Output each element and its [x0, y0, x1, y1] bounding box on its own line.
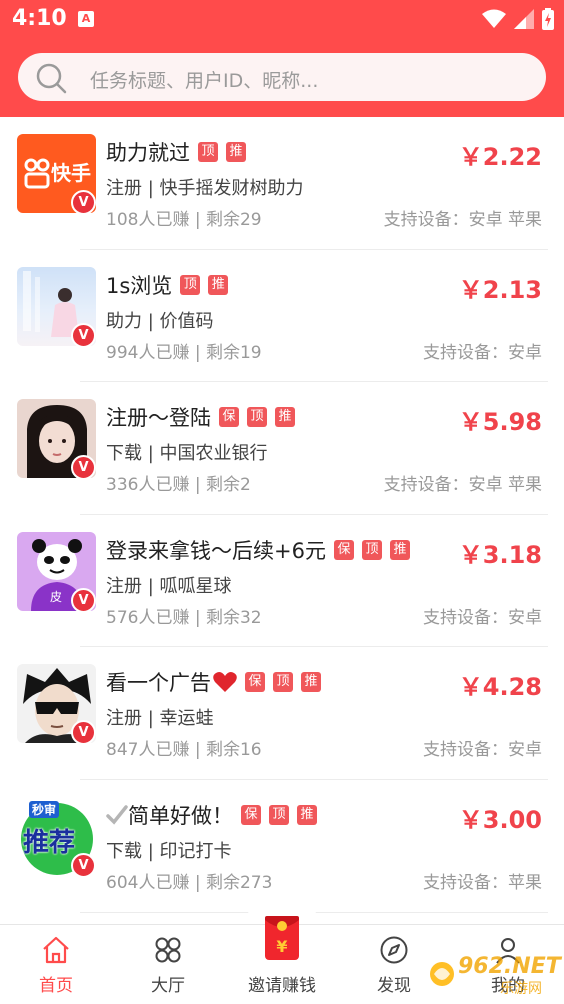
wifi-icon — [482, 9, 506, 28]
notification-a-icon: A — [78, 11, 94, 27]
tag-recommend: 推 — [208, 274, 229, 295]
svg-text:¥: ¥ — [276, 937, 287, 956]
battery-icon — [542, 8, 554, 30]
task-devices: 支持设备：安卓 — [423, 607, 542, 628]
tag-recommend: 推 — [275, 407, 295, 428]
tag-guarantee: 保 — [245, 672, 265, 693]
nav-invite-label: 邀请赚钱 — [248, 976, 316, 996]
task-price: ￥2.13 — [458, 275, 542, 304]
task-item[interactable]: V 注册～登陆 保 顶 推 下载 | 中国农业银行 336人已赚 | 剩余2 支… — [0, 382, 564, 515]
task-stats: 336人已赚 | 剩余2 — [106, 475, 251, 496]
task-item[interactable]: V 看一个广告 保 顶 推 注册 | 幸运蛙 847人已赚 | 剩余16 支持设… — [0, 647, 564, 780]
watermark-sub: 乐游网 — [500, 981, 542, 997]
status-bar: 4:10 A — [0, 0, 564, 40]
task-price: ￥2.22 — [458, 143, 542, 171]
task-price: ￥3.18 — [458, 540, 542, 569]
task-item[interactable]: V 1s浏览 顶 推 助力 | 价值码 994人已赚 | 剩余19 支持设备：安… — [0, 250, 564, 383]
tag-guarantee: 保 — [219, 407, 239, 428]
task-category: 下载 | 中国农业银行 — [106, 443, 268, 465]
task-item[interactable]: 皮 V 登录来拿钱～后续+6元 保 顶 推 注册 | 呱呱星球 576人已赚 |… — [0, 515, 564, 648]
compass-icon — [380, 936, 408, 964]
tag-guarantee: 保 — [241, 804, 261, 825]
search-icon — [36, 63, 67, 94]
tag-top: 顶 — [269, 804, 289, 825]
kuaishou-text: 快手 — [51, 161, 91, 185]
task-item[interactable]: 快手 V 助力就过 顶 推 注册 | 快手摇发财树助力 108人已赚 | 剩余2… — [0, 117, 564, 250]
task-devices: 支持设备：安卓 — [423, 740, 542, 761]
verified-icon: V — [71, 190, 96, 215]
task-price: ￥4.28 — [458, 673, 542, 702]
home-icon — [43, 936, 69, 964]
task-item[interactable]: 秒审 推荐 V 简单好做！ 保 顶 推 下载 | 印记打卡 604人已赚 | 剩… — [0, 780, 564, 913]
task-title: 看一个广告 — [106, 671, 211, 696]
task-category: 注册 | 快手摇发财树助力 — [106, 178, 304, 199]
tag-top: 顶 — [273, 672, 293, 693]
task-devices: 支持设备：安卓 — [423, 342, 542, 363]
panda-shirt-text: 皮 — [50, 589, 63, 604]
task-price: ￥5.98 — [458, 408, 542, 437]
task-category: 助力 | 价值码 — [106, 310, 214, 332]
grid-icon — [155, 937, 181, 963]
tag-recommend: 推 — [297, 804, 317, 825]
task-title: 1s浏览 — [106, 273, 173, 298]
task-stats: 604人已赚 | 剩余273 — [106, 872, 273, 893]
tag-recommend: 推 — [389, 539, 410, 560]
task-stats: 108人已赚 | 剩余29 — [106, 210, 262, 230]
task-title: 登录来拿钱～后续+6元 — [106, 538, 326, 563]
task-category: 注册 | 幸运蛙 — [106, 708, 214, 730]
nav-hall-label: 大厅 — [151, 976, 185, 996]
task-title: 简单好做！ — [128, 803, 233, 828]
search-input[interactable]: 任务标题、用户ID、昵称... — [18, 53, 546, 101]
verified-icon: V — [71, 587, 96, 613]
nav-home[interactable]: 首页 — [0, 925, 112, 1004]
tag-top: 顶 — [180, 274, 201, 295]
task-devices: 支持设备：安卓 苹果 — [383, 475, 542, 496]
red-envelope-icon[interactable]: ¥ — [263, 912, 301, 962]
task-stats: 847人已赚 | 剩余16 — [106, 740, 262, 761]
nav-home-label: 首页 — [39, 976, 73, 996]
tag-guarantee: 保 — [333, 539, 354, 560]
status-icons — [482, 8, 554, 30]
task-stats: 576人已赚 | 剩余32 — [106, 607, 262, 628]
header: 4:10 A 任务标题、用户ID、昵称... — [0, 0, 564, 117]
verified-icon: V — [71, 852, 96, 878]
tag-top: 顶 — [198, 142, 218, 162]
signal-icon — [514, 9, 534, 29]
tag-recommend: 推 — [226, 142, 246, 162]
task-category: 注册 | 呱呱星球 — [106, 575, 232, 597]
verified-icon: V — [71, 322, 96, 348]
checkmark-icon — [106, 805, 128, 825]
watermark-logo: 962.NET 乐游网 — [428, 952, 561, 998]
status-time: 4:10 — [12, 6, 67, 31]
task-title: 注册～登陆 — [106, 406, 211, 431]
task-list: 快手 V 助力就过 顶 推 注册 | 快手摇发财树助力 108人已赚 | 剩余2… — [0, 117, 564, 913]
task-devices: 支持设备：安卓 苹果 — [383, 210, 542, 230]
recommend-badge-text: 推荐 — [23, 827, 76, 858]
heart-icon — [213, 672, 237, 693]
task-category: 下载 | 印记打卡 — [106, 840, 232, 862]
task-price: ￥3.00 — [458, 805, 542, 834]
task-title: 助力就过 — [106, 141, 190, 165]
tag-recommend: 推 — [301, 672, 321, 693]
tag-top: 顶 — [247, 407, 267, 428]
search-placeholder: 任务标题、用户ID、昵称... — [90, 70, 319, 92]
recommend-badge-top: 秒审 — [29, 800, 60, 818]
tag-top: 顶 — [361, 539, 382, 560]
watermark-text: 962.NET — [458, 954, 561, 979]
task-stats: 994人已赚 | 剩余19 — [106, 342, 262, 363]
nav-hall[interactable]: 大厅 — [112, 925, 224, 1004]
task-devices: 支持设备：苹果 — [423, 872, 542, 893]
